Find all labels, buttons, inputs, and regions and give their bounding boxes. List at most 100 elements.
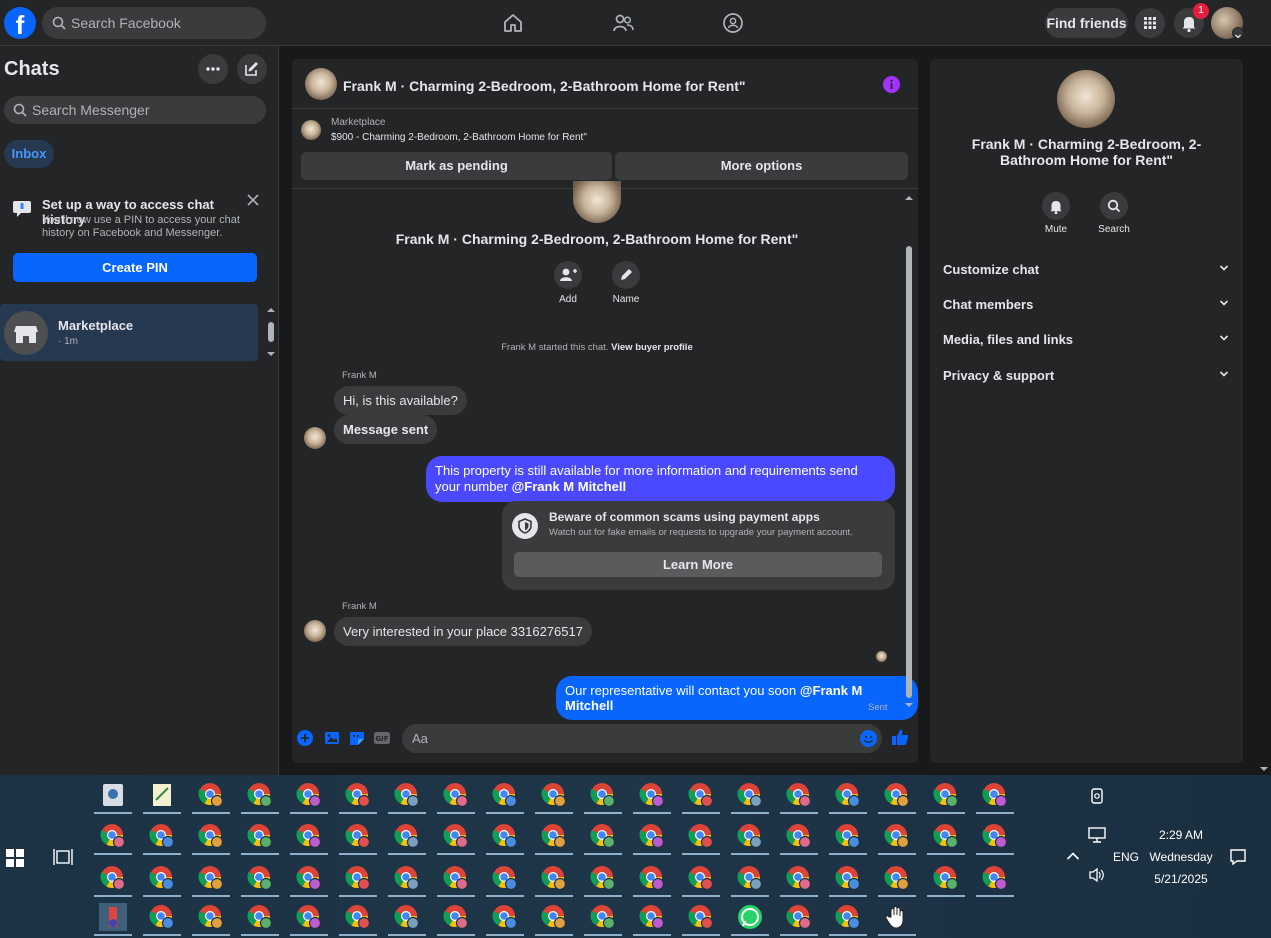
thumbs-up-icon[interactable] xyxy=(891,728,909,746)
chrome-profile-icon[interactable] xyxy=(197,864,225,892)
gif-icon[interactable]: GIF xyxy=(374,730,390,746)
chrome-profile-icon[interactable] xyxy=(589,781,617,809)
chrome-profile-icon[interactable] xyxy=(295,822,323,850)
menu-button[interactable] xyxy=(1135,8,1165,38)
chrome-profile-icon[interactable] xyxy=(442,781,470,809)
chrome-profile-icon[interactable] xyxy=(687,781,715,809)
mention[interactable]: @Frank M Mitchell xyxy=(512,479,627,494)
conversation-title[interactable]: Frank M · Charming 2-Bedroom, 2-Bathroom… xyxy=(343,78,746,94)
chrome-profile-icon[interactable] xyxy=(638,781,666,809)
chrome-profile-icon[interactable] xyxy=(736,781,764,809)
chrome-profile-icon[interactable] xyxy=(148,903,176,931)
chrome-profile-icon[interactable] xyxy=(687,864,715,892)
chrome-profile-icon[interactable] xyxy=(246,781,274,809)
chrome-profile-icon[interactable] xyxy=(295,781,323,809)
new-message-button[interactable] xyxy=(237,54,267,84)
view-buyer-profile-link[interactable]: View buyer profile xyxy=(611,342,693,353)
unknown-app-icon[interactable] xyxy=(95,901,135,935)
hand-cursor-icon[interactable] xyxy=(883,903,911,931)
learn-more-button[interactable]: Learn More xyxy=(514,552,882,577)
more-options-button[interactable]: More options xyxy=(615,152,908,180)
chrome-profile-icon[interactable] xyxy=(491,903,519,931)
chrome-profile-icon[interactable] xyxy=(99,864,127,892)
chrome-profile-icon[interactable] xyxy=(393,822,421,850)
chrome-profile-icon[interactable] xyxy=(981,822,1009,850)
chrome-profile-icon[interactable] xyxy=(393,864,421,892)
clock-time[interactable]: 2:29 AM xyxy=(1141,828,1221,842)
messenger-search-input[interactable]: Search Messenger xyxy=(4,96,266,124)
home-icon[interactable] xyxy=(502,12,524,34)
facebook-logo[interactable]: f xyxy=(4,7,36,39)
chrome-profile-icon[interactable] xyxy=(834,903,862,931)
disk-app-icon[interactable] xyxy=(99,781,127,809)
chrome-profile-icon[interactable] xyxy=(442,864,470,892)
chat-options-button[interactable] xyxy=(198,54,228,84)
chrome-profile-icon[interactable] xyxy=(148,822,176,850)
chrome-profile-icon[interactable] xyxy=(393,903,421,931)
chrome-profile-icon[interactable] xyxy=(932,781,960,809)
chrome-profile-icon[interactable] xyxy=(638,864,666,892)
chrome-profile-icon[interactable] xyxy=(246,903,274,931)
network-icon[interactable] xyxy=(1088,827,1106,843)
chrome-profile-icon[interactable] xyxy=(540,822,568,850)
whatsapp-icon[interactable] xyxy=(736,903,764,931)
clock-date[interactable]: 5/21/2025 xyxy=(1141,872,1221,886)
section-privacy-support[interactable]: Privacy & support xyxy=(943,368,1054,383)
chrome-profile-icon[interactable] xyxy=(197,822,225,850)
chrome-profile-icon[interactable] xyxy=(785,822,813,850)
groups-icon[interactable] xyxy=(722,12,744,34)
chat-scrollbar[interactable] xyxy=(903,192,915,711)
chrome-profile-icon[interactable] xyxy=(491,864,519,892)
page-scrollbar[interactable] xyxy=(1257,46,1271,775)
chrome-profile-icon[interactable] xyxy=(785,781,813,809)
chrome-profile-icon[interactable] xyxy=(491,822,519,850)
info-icon[interactable] xyxy=(883,76,900,93)
chevron-up-icon[interactable] xyxy=(1066,851,1080,861)
mute-button[interactable] xyxy=(1042,192,1070,220)
details-avatar[interactable] xyxy=(1057,70,1115,128)
chevron-down-icon[interactable] xyxy=(1219,299,1229,307)
edit-name-button[interactable] xyxy=(612,261,640,289)
chrome-profile-icon[interactable] xyxy=(785,864,813,892)
chrome-profile-icon[interactable] xyxy=(540,903,568,931)
image-icon[interactable] xyxy=(324,730,340,746)
chrome-profile-icon[interactable] xyxy=(344,903,372,931)
chrome-profile-icon[interactable] xyxy=(246,864,274,892)
search-in-conversation-button[interactable] xyxy=(1100,192,1128,220)
chrome-profile-icon[interactable] xyxy=(736,864,764,892)
chevron-down-icon[interactable] xyxy=(1219,370,1229,378)
account-chevron-icon[interactable] xyxy=(1232,27,1244,39)
tab-inbox[interactable]: Inbox xyxy=(4,140,54,168)
chrome-profile-icon[interactable] xyxy=(197,903,225,931)
chrome-profile-icon[interactable] xyxy=(785,903,813,931)
task-view-icon[interactable] xyxy=(53,848,73,866)
chrome-profile-icon[interactable] xyxy=(491,781,519,809)
windows-start-icon[interactable] xyxy=(6,849,24,867)
chrome-profile-icon[interactable] xyxy=(540,781,568,809)
chrome-profile-icon[interactable] xyxy=(932,822,960,850)
section-chat-members[interactable]: Chat members xyxy=(943,297,1033,312)
chrome-profile-icon[interactable] xyxy=(295,864,323,892)
chevron-down-icon[interactable] xyxy=(1219,264,1229,272)
create-pin-button[interactable]: Create PIN xyxy=(13,253,257,282)
notepad-app-icon[interactable] xyxy=(148,781,176,809)
chrome-profile-icon[interactable] xyxy=(295,903,323,931)
chrome-profile-icon[interactable] xyxy=(442,822,470,850)
chrome-profile-icon[interactable] xyxy=(344,864,372,892)
chrome-profile-icon[interactable] xyxy=(834,822,862,850)
message-input[interactable]: Aa xyxy=(402,724,882,753)
section-media-files-links[interactable]: Media, files and links xyxy=(943,332,1073,347)
chrome-profile-icon[interactable] xyxy=(687,903,715,931)
mark-as-pending-button[interactable]: Mark as pending xyxy=(301,152,612,180)
sidebar-scrollbar[interactable] xyxy=(265,306,277,358)
chrome-profile-icon[interactable] xyxy=(99,822,127,850)
emoji-icon[interactable] xyxy=(860,730,877,747)
add-people-button[interactable] xyxy=(554,261,582,289)
language-indicator[interactable]: ENG xyxy=(1112,850,1140,864)
incoming-message[interactable]: Hi, is this available? xyxy=(334,386,467,415)
thread-marketplace[interactable]: Marketplace · 1m xyxy=(0,304,258,361)
speaker-icon[interactable] xyxy=(1088,867,1106,883)
chrome-profile-icon[interactable] xyxy=(344,822,372,850)
chrome-profile-icon[interactable] xyxy=(981,864,1009,892)
find-friends-button[interactable]: Find friends xyxy=(1045,8,1128,38)
